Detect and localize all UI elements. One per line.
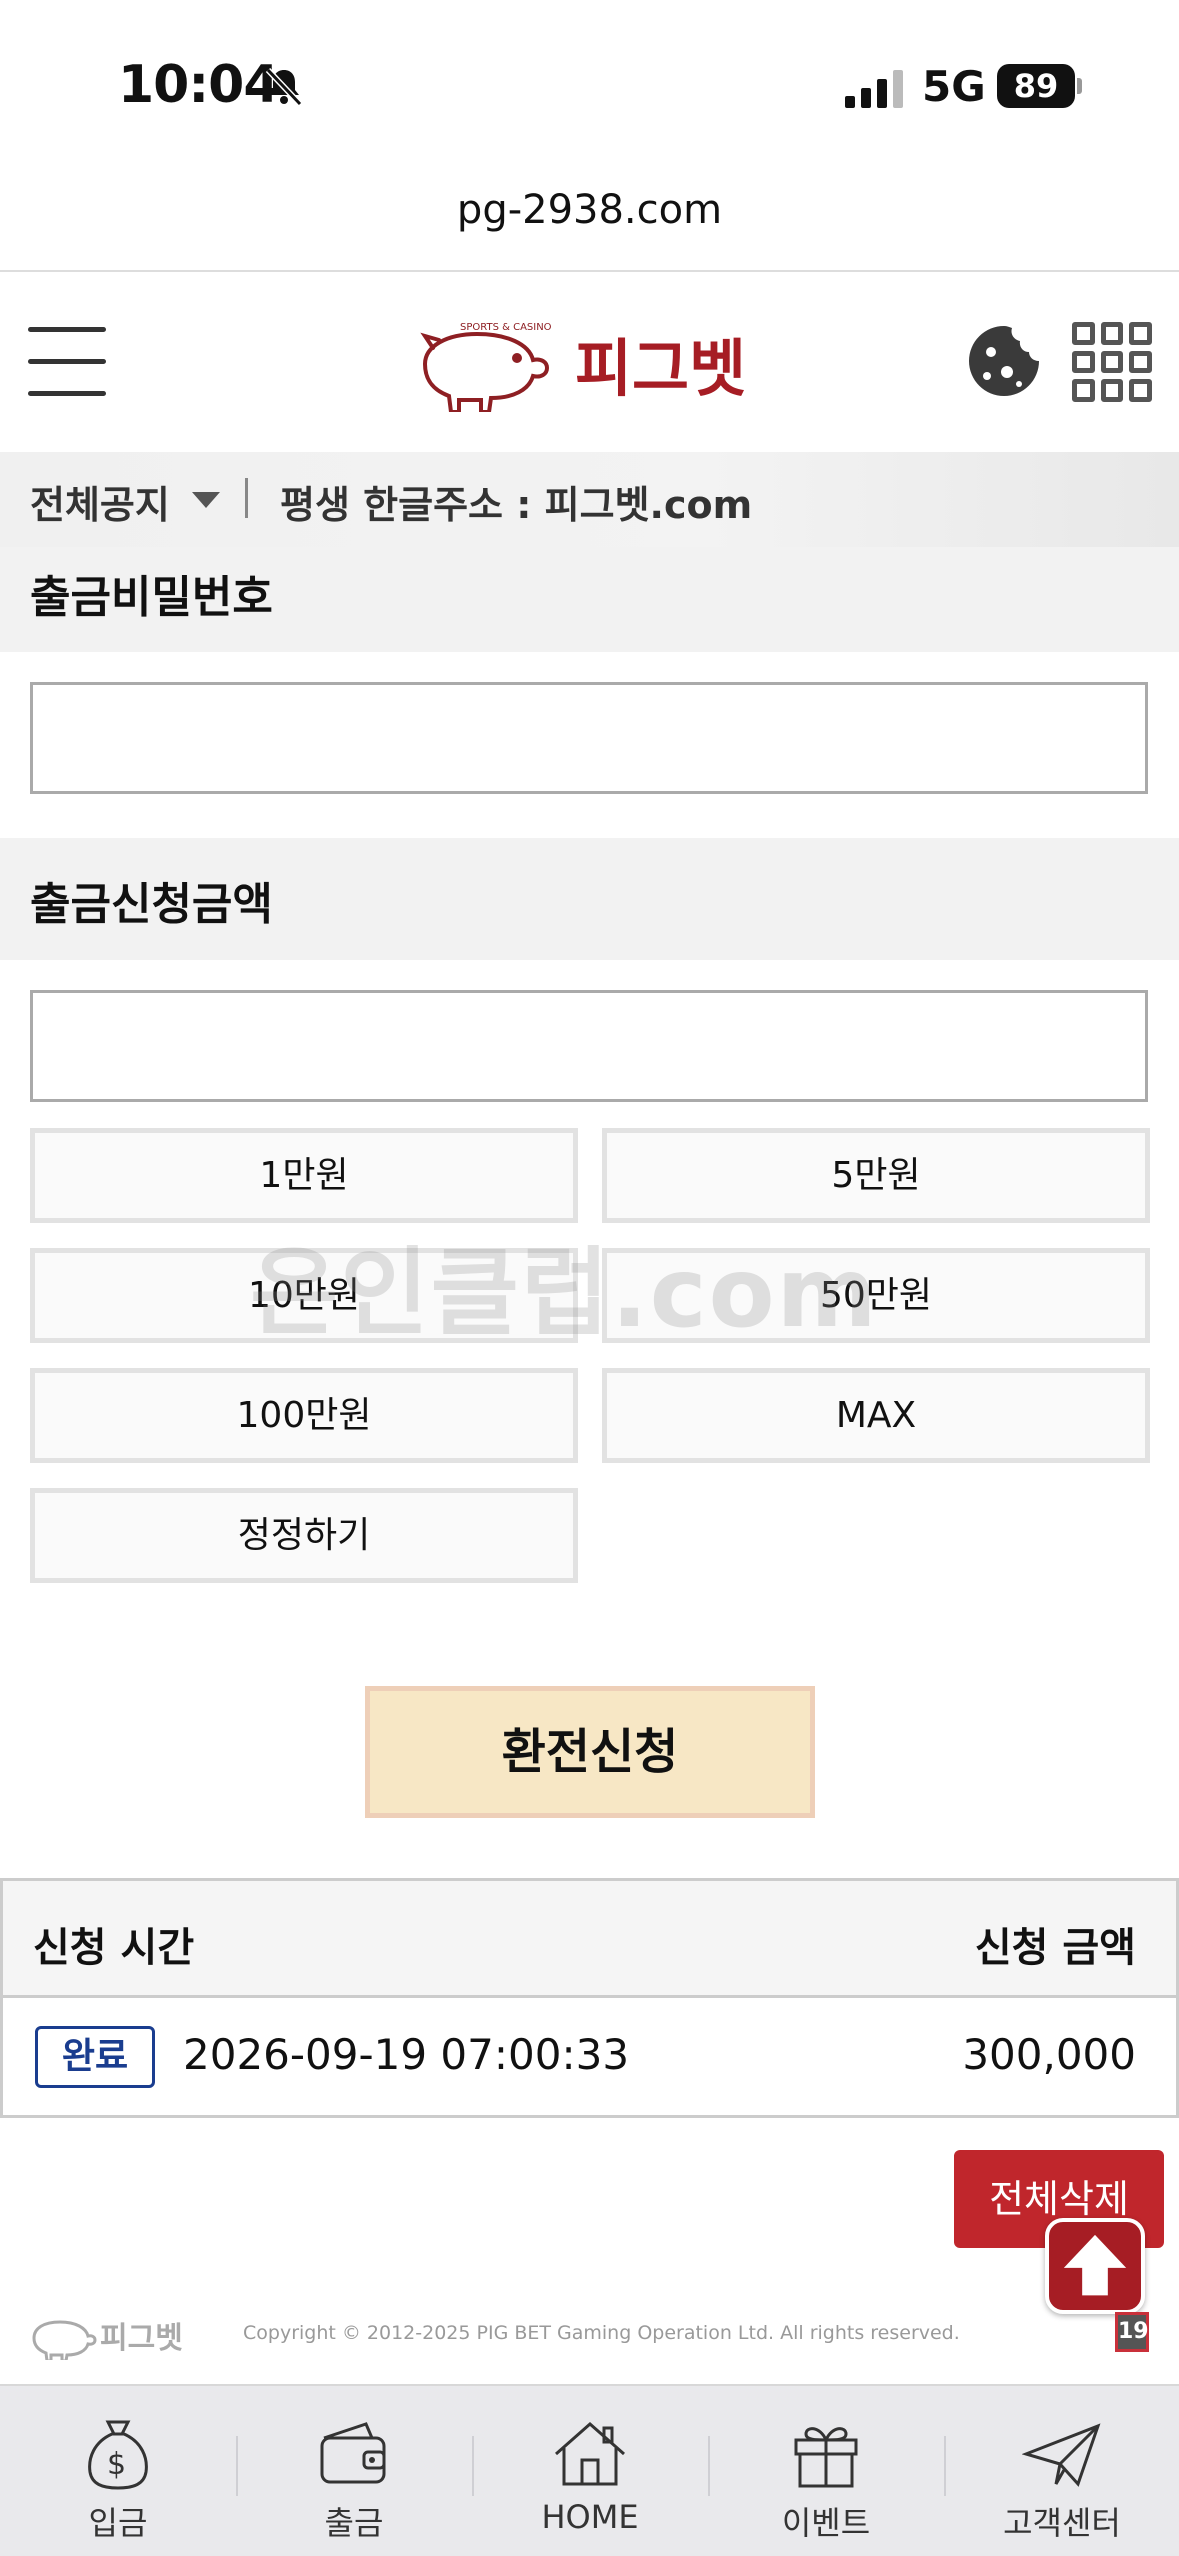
notice-text: 평생 한글주소 : 피그벳.com xyxy=(280,483,753,527)
password-section-header: 출금비밀번호 xyxy=(0,547,1179,652)
url-text: pg-2938.com xyxy=(456,187,723,233)
money-bag-icon: $ xyxy=(88,2420,148,2490)
cellular-signal-icon xyxy=(845,70,903,108)
bell-muted-icon xyxy=(265,67,303,107)
svg-text:SPORTS & CASINO: SPORTS & CASINO xyxy=(460,322,552,333)
svg-text:피그벳: 피그벳 xyxy=(100,2321,183,2356)
url-bar[interactable]: pg-2938.com xyxy=(0,170,1179,270)
battery-icon: 89 xyxy=(997,64,1075,108)
history-table-header: 신청 시간 신청 금액 xyxy=(0,1878,1179,1998)
nav-item-event[interactable]: 이벤트 xyxy=(708,2386,944,2556)
apps-grid-icon[interactable] xyxy=(1072,322,1152,402)
battery-level: 89 xyxy=(1013,67,1059,105)
row-amount: 300,000 xyxy=(962,2030,1136,2079)
nav-label: 입금 xyxy=(88,2504,148,2542)
scroll-top-arrow-icon[interactable] xyxy=(1045,2218,1145,2314)
withdraw-password-field[interactable] xyxy=(30,682,1148,794)
nav-label: 고객센터 xyxy=(1003,2504,1121,2542)
column-amount: 신청 금액 xyxy=(974,1925,1136,1971)
nav-item-home[interactable]: HOME xyxy=(472,2386,708,2556)
wallet-icon xyxy=(320,2422,386,2484)
amount-section-header: 출금신청금액 xyxy=(0,838,1179,960)
bottom-navigation: $ 입금 출금 HOME 이벤트 고객센터 xyxy=(0,2384,1179,2556)
column-time: 신청 시간 xyxy=(33,1925,195,1971)
status-time: 10:04 xyxy=(118,55,280,115)
status-badge: 완료 xyxy=(35,2026,155,2088)
withdraw-apply-button[interactable]: 환전신청 xyxy=(365,1686,815,1818)
nav-label: 이벤트 xyxy=(781,2504,871,2542)
password-section-title: 출금비밀번호 xyxy=(30,572,273,623)
cookie-icon[interactable] xyxy=(965,322,1043,400)
gift-icon xyxy=(794,2427,858,2488)
amount-reset-button[interactable]: 정정하기 xyxy=(30,1488,578,1583)
row-time: 2026-09-19 07:00:33 xyxy=(183,2030,630,2079)
withdraw-amount-field[interactable] xyxy=(30,990,1148,1102)
table-row: 완료 2026-09-19 07:00:33 300,000 xyxy=(0,1998,1179,2118)
amount-button-max[interactable]: MAX xyxy=(602,1368,1150,1463)
nav-label: HOME xyxy=(541,2498,639,2536)
watermark: 온인클럽.com xyxy=(250,1237,879,1349)
caret-down-icon[interactable] xyxy=(192,492,220,508)
nav-item-support[interactable]: 고객센터 xyxy=(944,2386,1179,2556)
network-type: 5G xyxy=(922,62,986,111)
battery-tip xyxy=(1077,78,1082,94)
home-icon xyxy=(555,2421,625,2486)
pigbet-logo[interactable]: SPORTS & CASINO 피그벳 xyxy=(405,312,775,412)
amount-button-50k[interactable]: 5만원 xyxy=(602,1128,1150,1223)
amount-button-1m[interactable]: 100만원 xyxy=(30,1368,578,1463)
svg-text:피그벳: 피그벳 xyxy=(575,332,746,405)
site-header: SPORTS & CASINO 피그벳 xyxy=(0,272,1179,452)
status-bar: 10:04 5G 89 xyxy=(0,0,1179,160)
age-restriction-badge: 19 xyxy=(1115,2312,1149,2352)
nav-label: 출금 xyxy=(324,2504,384,2542)
nav-item-deposit[interactable]: $ 입금 xyxy=(0,2386,236,2556)
notice-bar[interactable]: 전체공지 평생 한글주소 : 피그벳.com xyxy=(0,452,1179,547)
footer-copyright: Copyright © 2012-2025 PIG BET Gaming Ope… xyxy=(243,2322,960,2344)
amount-section-title: 출금신청금액 xyxy=(30,879,273,930)
amount-button-10k[interactable]: 1만원 xyxy=(30,1128,578,1223)
notice-label[interactable]: 전체공지 xyxy=(30,474,170,529)
svg-text:$: $ xyxy=(107,2447,126,2482)
nav-item-withdraw[interactable]: 출금 xyxy=(236,2386,472,2556)
footer-logo: 피그벳 xyxy=(32,2320,183,2360)
paper-plane-icon xyxy=(1022,2423,1101,2487)
notice-separator xyxy=(245,478,248,518)
hamburger-menu-icon[interactable] xyxy=(28,327,106,397)
